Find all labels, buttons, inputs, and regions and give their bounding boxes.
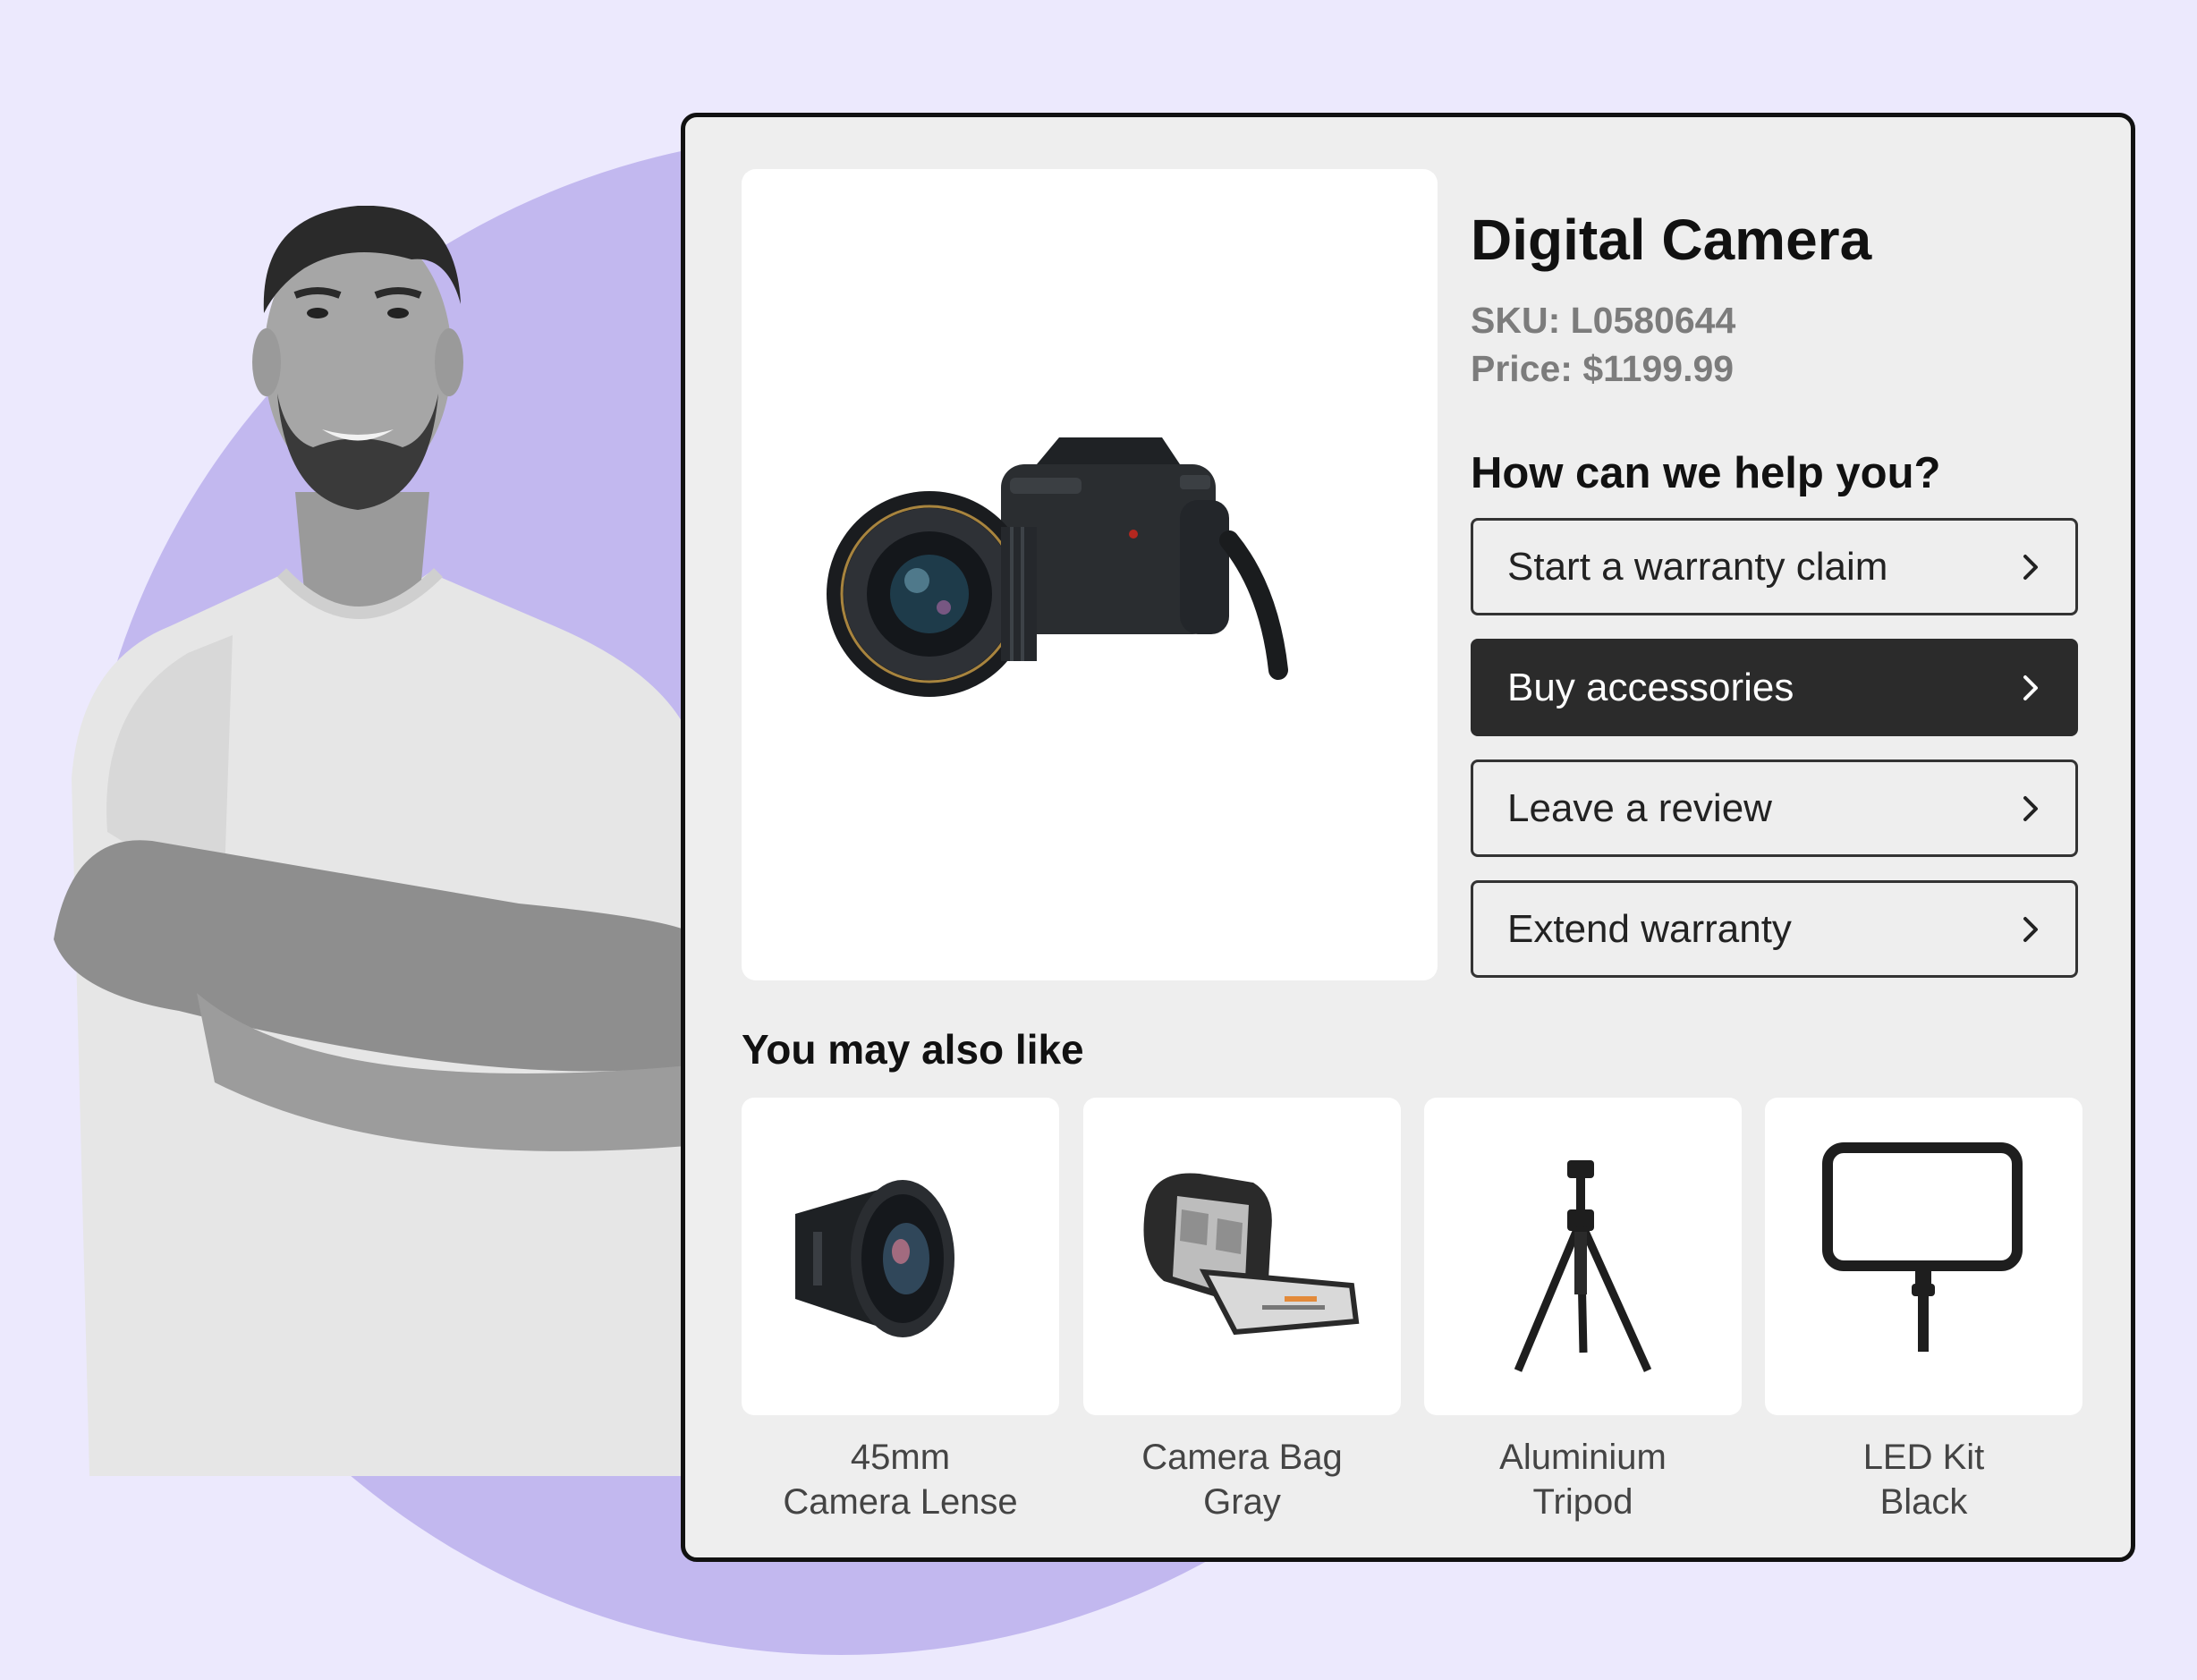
recommendation-name-line1: LED Kit xyxy=(1862,1438,1985,1477)
leave-review-button[interactable]: Leave a review xyxy=(1471,759,2078,857)
recommendation-name-line1: Camera Bag xyxy=(1141,1438,1343,1477)
recommendation-name-line2: Gray xyxy=(1203,1482,1281,1522)
help-heading: How can we help you? xyxy=(1471,449,1941,497)
led-panel-icon xyxy=(1822,1142,2023,1352)
product-title: Digital Camera xyxy=(1471,208,1872,272)
recommendation-label: 45mm Camera Lense xyxy=(742,1435,1059,1524)
chevron-right-icon xyxy=(2023,916,2038,942)
recommendation-name-line2: Black xyxy=(1879,1482,1968,1522)
recommendation-led-kit[interactable]: LED Kit Black xyxy=(1765,1098,2082,1524)
product-image xyxy=(742,169,1438,980)
camera-bag-icon xyxy=(1143,1173,1360,1336)
recommendation-name-line2: Tripod xyxy=(1532,1482,1633,1522)
product-thumbnail xyxy=(1424,1098,1742,1415)
recommendation-label: LED Kit Black xyxy=(1765,1435,2082,1524)
recommendations-heading: You may also like xyxy=(742,1026,1084,1073)
recommendation-lens[interactable]: 45mm Camera Lense xyxy=(742,1098,1059,1524)
buy-accessories-button[interactable]: Buy accessories xyxy=(1471,639,2078,736)
start-warranty-claim-button[interactable]: Start a warranty claim xyxy=(1471,518,2078,615)
product-thumbnail xyxy=(1765,1098,2082,1415)
chevron-right-icon xyxy=(2023,675,2038,700)
camera-icon xyxy=(827,437,1288,697)
chevron-right-icon xyxy=(2023,554,2038,580)
recommendation-camera-bag[interactable]: Camera Bag Gray xyxy=(1083,1098,1401,1524)
recommendation-tripod[interactable]: Aluminium Tripod xyxy=(1424,1098,1742,1524)
tripod-icon xyxy=(1514,1160,1652,1372)
button-label: Buy accessories xyxy=(1507,665,1794,709)
recommendation-label: Aluminium Tripod xyxy=(1424,1435,1742,1524)
product-support-card: Digital Camera SKU: L0580644 Price: $119… xyxy=(681,113,2135,1562)
recommendation-name-line1: 45mm xyxy=(850,1438,951,1477)
recommendation-name-line1: Aluminium xyxy=(1499,1438,1667,1477)
extend-warranty-button[interactable]: Extend warranty xyxy=(1471,880,2078,978)
product-thumbnail xyxy=(742,1098,1059,1415)
lens-icon xyxy=(795,1180,954,1337)
person-photo xyxy=(54,206,698,1476)
recommendation-name-line2: Camera Lense xyxy=(783,1482,1018,1522)
product-sku: SKU: L0580644 xyxy=(1471,300,1736,341)
button-label: Leave a review xyxy=(1507,785,1772,830)
button-label: Extend warranty xyxy=(1507,906,1792,951)
button-label: Start a warranty claim xyxy=(1507,544,1888,589)
product-thumbnail xyxy=(1083,1098,1401,1415)
recommendation-label: Camera Bag Gray xyxy=(1083,1435,1401,1524)
product-price: Price: $1199.99 xyxy=(1471,348,1735,389)
chevron-right-icon xyxy=(2023,795,2038,821)
